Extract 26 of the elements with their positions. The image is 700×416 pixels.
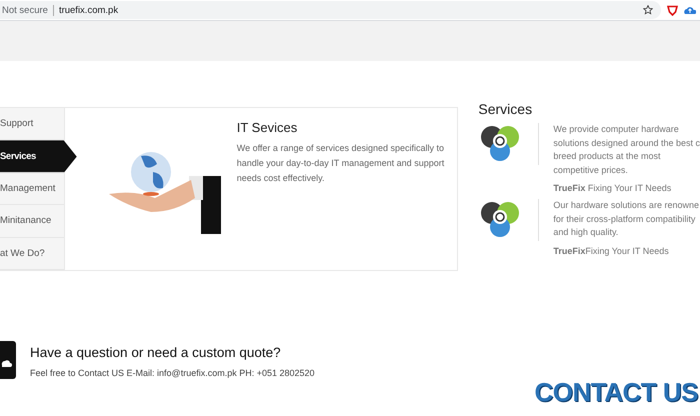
service-tagline: TrueFix Fixing Your IT Needs bbox=[553, 182, 672, 195]
service-text: solutions designed around the best c bbox=[553, 136, 700, 150]
cloud-icon[interactable] bbox=[684, 5, 696, 15]
star-icon[interactable] bbox=[643, 5, 653, 15]
service-text: We provide computer hardware bbox=[553, 123, 680, 136]
address-bar[interactable]: Not secure truefix.com.pk bbox=[0, 1, 661, 19]
shield-icon[interactable] bbox=[667, 4, 678, 16]
tab[interactable]: Management bbox=[0, 172, 64, 206]
security-label: Not secure bbox=[2, 4, 54, 16]
tab[interactable]: Services bbox=[0, 140, 77, 173]
service-text: and high quality. bbox=[553, 226, 620, 239]
panel-text: We offer a range of services designed specifically to handle your day-to-day IT management and support needs cost effectively. bbox=[236, 142, 446, 185]
contact-text: Feel free to Contact US E-Mail: info@truefix.com.pk PH: +051 2802520 bbox=[30, 368, 315, 378]
panel-title: IT Sevices bbox=[236, 120, 298, 135]
tab[interactable]: Minitanance bbox=[0, 205, 64, 238]
contact-logo: CONTACT US bbox=[534, 377, 698, 408]
tab[interactable]: at We Do? bbox=[0, 238, 64, 270]
services-title: Services bbox=[478, 101, 534, 117]
service-text: breed products at the most bbox=[553, 150, 662, 163]
service-tagline: TrueFixFixing Your IT Needs bbox=[553, 244, 670, 258]
service-text: competitive prices. bbox=[553, 164, 629, 177]
url-text: truefix.com.pk bbox=[58, 4, 120, 16]
contact-heading: Have a question or need a custom quote? bbox=[30, 345, 282, 360]
service-text: Our hardware solutions are renowne bbox=[553, 199, 699, 212]
cloud-icon bbox=[0, 341, 16, 379]
service-text: for their cross-platform compatibility bbox=[553, 212, 696, 226]
